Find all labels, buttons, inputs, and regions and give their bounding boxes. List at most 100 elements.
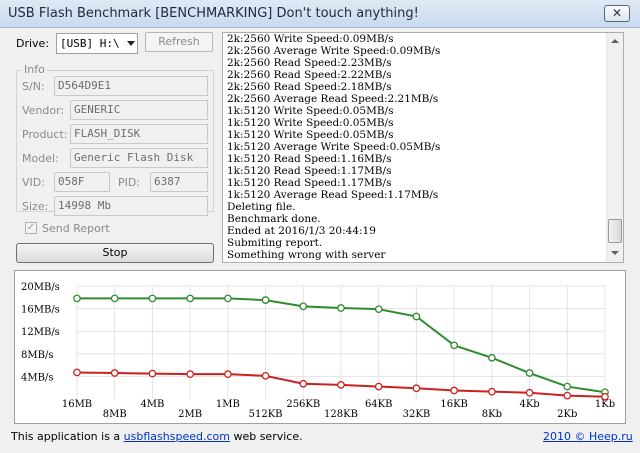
log-textbox[interactable]: 2k:2560 Write Speed:0.09MB/s 2k:2560 Aver… [222, 32, 624, 263]
x-tick-label: 512KB [249, 409, 283, 420]
data-point [563, 391, 572, 400]
title-bar: USB Flash Benchmark [BENCHMARKING] Don't… [0, 0, 640, 28]
log-line: Deleting file. [227, 201, 296, 213]
x-tick-label: 32KB [403, 409, 431, 420]
speed-chart: 20MB/s 16MB/s 12MB/s 8MB/s 4MB/s 16MB 8MB 4MB 2M… [21, 282, 615, 420]
data-point [110, 369, 119, 377]
footer-prefix: This application is a [11, 430, 124, 443]
log-line: 1k:5120 Read Speed:1.16MB/s [227, 153, 392, 165]
product-label: Product: [22, 128, 68, 141]
copyright-link[interactable]: 2010 © Heep.ru [543, 430, 633, 443]
x-tick-label: 1MB [216, 399, 240, 410]
model-field: Generic Flash Disk [70, 148, 208, 168]
data-point [412, 312, 421, 321]
log-line: 1k:5120 Average Read Speed:1.17MB/s [227, 189, 439, 201]
y-tick-label: 12MB/s [21, 327, 60, 338]
data-point [148, 369, 157, 378]
send-report-label[interactable]: Send Report [42, 222, 110, 235]
scroll-up-arrow-icon[interactable] [607, 33, 623, 50]
stop-button[interactable]: Stop [16, 243, 214, 263]
scroll-down-arrow-icon[interactable] [607, 245, 623, 262]
close-button[interactable]: ✕ [604, 5, 630, 22]
close-icon: ✕ [611, 6, 623, 20]
data-point [224, 294, 232, 303]
checkmark-icon: ✓ [26, 222, 36, 233]
model-label: Model: [22, 152, 59, 165]
vid-label: VID: [22, 176, 45, 189]
log-line: 1k:5120 Read Speed:1.17MB/s [227, 165, 392, 177]
data-point [525, 388, 534, 397]
drive-value: [USB] H:\ [60, 37, 120, 50]
x-tick-label: 256KB [286, 399, 320, 410]
vendor-field: GENERIC [70, 100, 208, 120]
vendor-label: Vendor: [22, 104, 65, 117]
log-line: 2k:2560 Read Speed:2.22MB/s [227, 69, 392, 81]
log-lines: 2k:2560 Write Speed:0.09MB/s 2k:2560 Aver… [227, 33, 607, 261]
data-point [412, 384, 421, 393]
data-point [525, 369, 534, 377]
data-point [299, 302, 308, 311]
data-point [601, 392, 609, 401]
send-report-checkbox[interactable]: ✓ [25, 222, 37, 234]
footer-suffix: web service. [229, 430, 303, 443]
y-tick-label: 16MB/s [21, 305, 60, 316]
log-line: 2k:2560 Read Speed:2.18MB/s [227, 81, 392, 93]
data-point [450, 341, 458, 350]
copyright-text[interactable]: 2010 © Heep.ru [543, 430, 633, 443]
refresh-button[interactable]: Refresh [145, 32, 213, 52]
pid-field: 6387 [150, 172, 208, 192]
data-point [488, 353, 496, 362]
sn-label: S/N: [22, 80, 45, 93]
drive-label: Drive: [16, 37, 50, 50]
data-point [73, 368, 81, 377]
log-line: 2k:2560 Write Speed:0.09MB/s [227, 33, 394, 45]
log-line: Something wrong with server [227, 249, 386, 261]
x-tick-label: 16KB [440, 399, 468, 410]
log-line: Benchmark done. [227, 213, 321, 225]
log-line: 1k:5120 Read Speed:1.17MB/s [227, 177, 392, 189]
y-tick-label: 4MB/s [21, 372, 53, 383]
log-line: 1k:5120 Write Speed:0.05MB/s [227, 105, 394, 117]
y-tick-label: 8MB/s [21, 350, 53, 361]
pid-label: PID: [118, 176, 141, 189]
footer-text: This application is a usbflashspeed.com … [11, 430, 303, 443]
data-point [563, 382, 572, 391]
x-tick-label: 128KB [324, 409, 358, 420]
x-tick-label: 2MB [178, 409, 202, 420]
data-point [450, 386, 458, 395]
site-link[interactable]: usbflashspeed.com [124, 430, 230, 443]
log-line: 1k:5120 Write Speed:0.05MB/s [227, 129, 394, 141]
data-point [299, 379, 308, 388]
vid-field: 058F [54, 172, 110, 192]
data-point [488, 387, 496, 396]
scroll-thumb[interactable] [608, 219, 622, 243]
data-point [110, 294, 119, 303]
x-tick-label: 16MB [62, 399, 92, 410]
data-point [261, 296, 270, 304]
log-line: 1k:5120 Average Write Speed:0.05MB/s [227, 141, 441, 153]
log-line: 2k:2560 Average Write Speed:0.09MB/s [227, 45, 441, 57]
speed-chart-panel: 20MB/s 16MB/s 12MB/s 8MB/s 4MB/s 16MB 8MB 4MB 2M… [14, 270, 626, 424]
log-line: Submiting report. [227, 237, 323, 249]
data-point [186, 370, 194, 378]
x-tick-label: 4MB [140, 399, 164, 410]
x-tick-label: 2Kb [557, 409, 577, 420]
data-point [186, 294, 194, 303]
size-field: 14998 Mb [54, 196, 208, 216]
sn-field: D564D9E1 [54, 76, 208, 96]
x-tick-label: 1Kb [595, 399, 615, 410]
x-tick-label: 4Kb [519, 399, 539, 410]
info-group-title: Info [22, 63, 47, 76]
x-tick-label: 64KB [365, 399, 393, 410]
drive-select[interactable]: [USB] H:\ [56, 33, 138, 54]
log-scrollbar[interactable] [606, 33, 623, 262]
log-line: Ended at 2016/1/3 20:44:19 [227, 225, 376, 237]
data-point [337, 304, 345, 312]
y-tick-label: 20MB/s [21, 282, 60, 293]
log-line: 2k:2560 Average Read Speed:2.21MB/s [227, 93, 439, 105]
data-point [374, 382, 383, 391]
data-point [148, 294, 157, 303]
size-label: Size: [22, 200, 49, 213]
log-line: 2k:2560 Read Speed:2.23MB/s [227, 57, 392, 69]
chevron-down-icon[interactable] [127, 41, 135, 46]
